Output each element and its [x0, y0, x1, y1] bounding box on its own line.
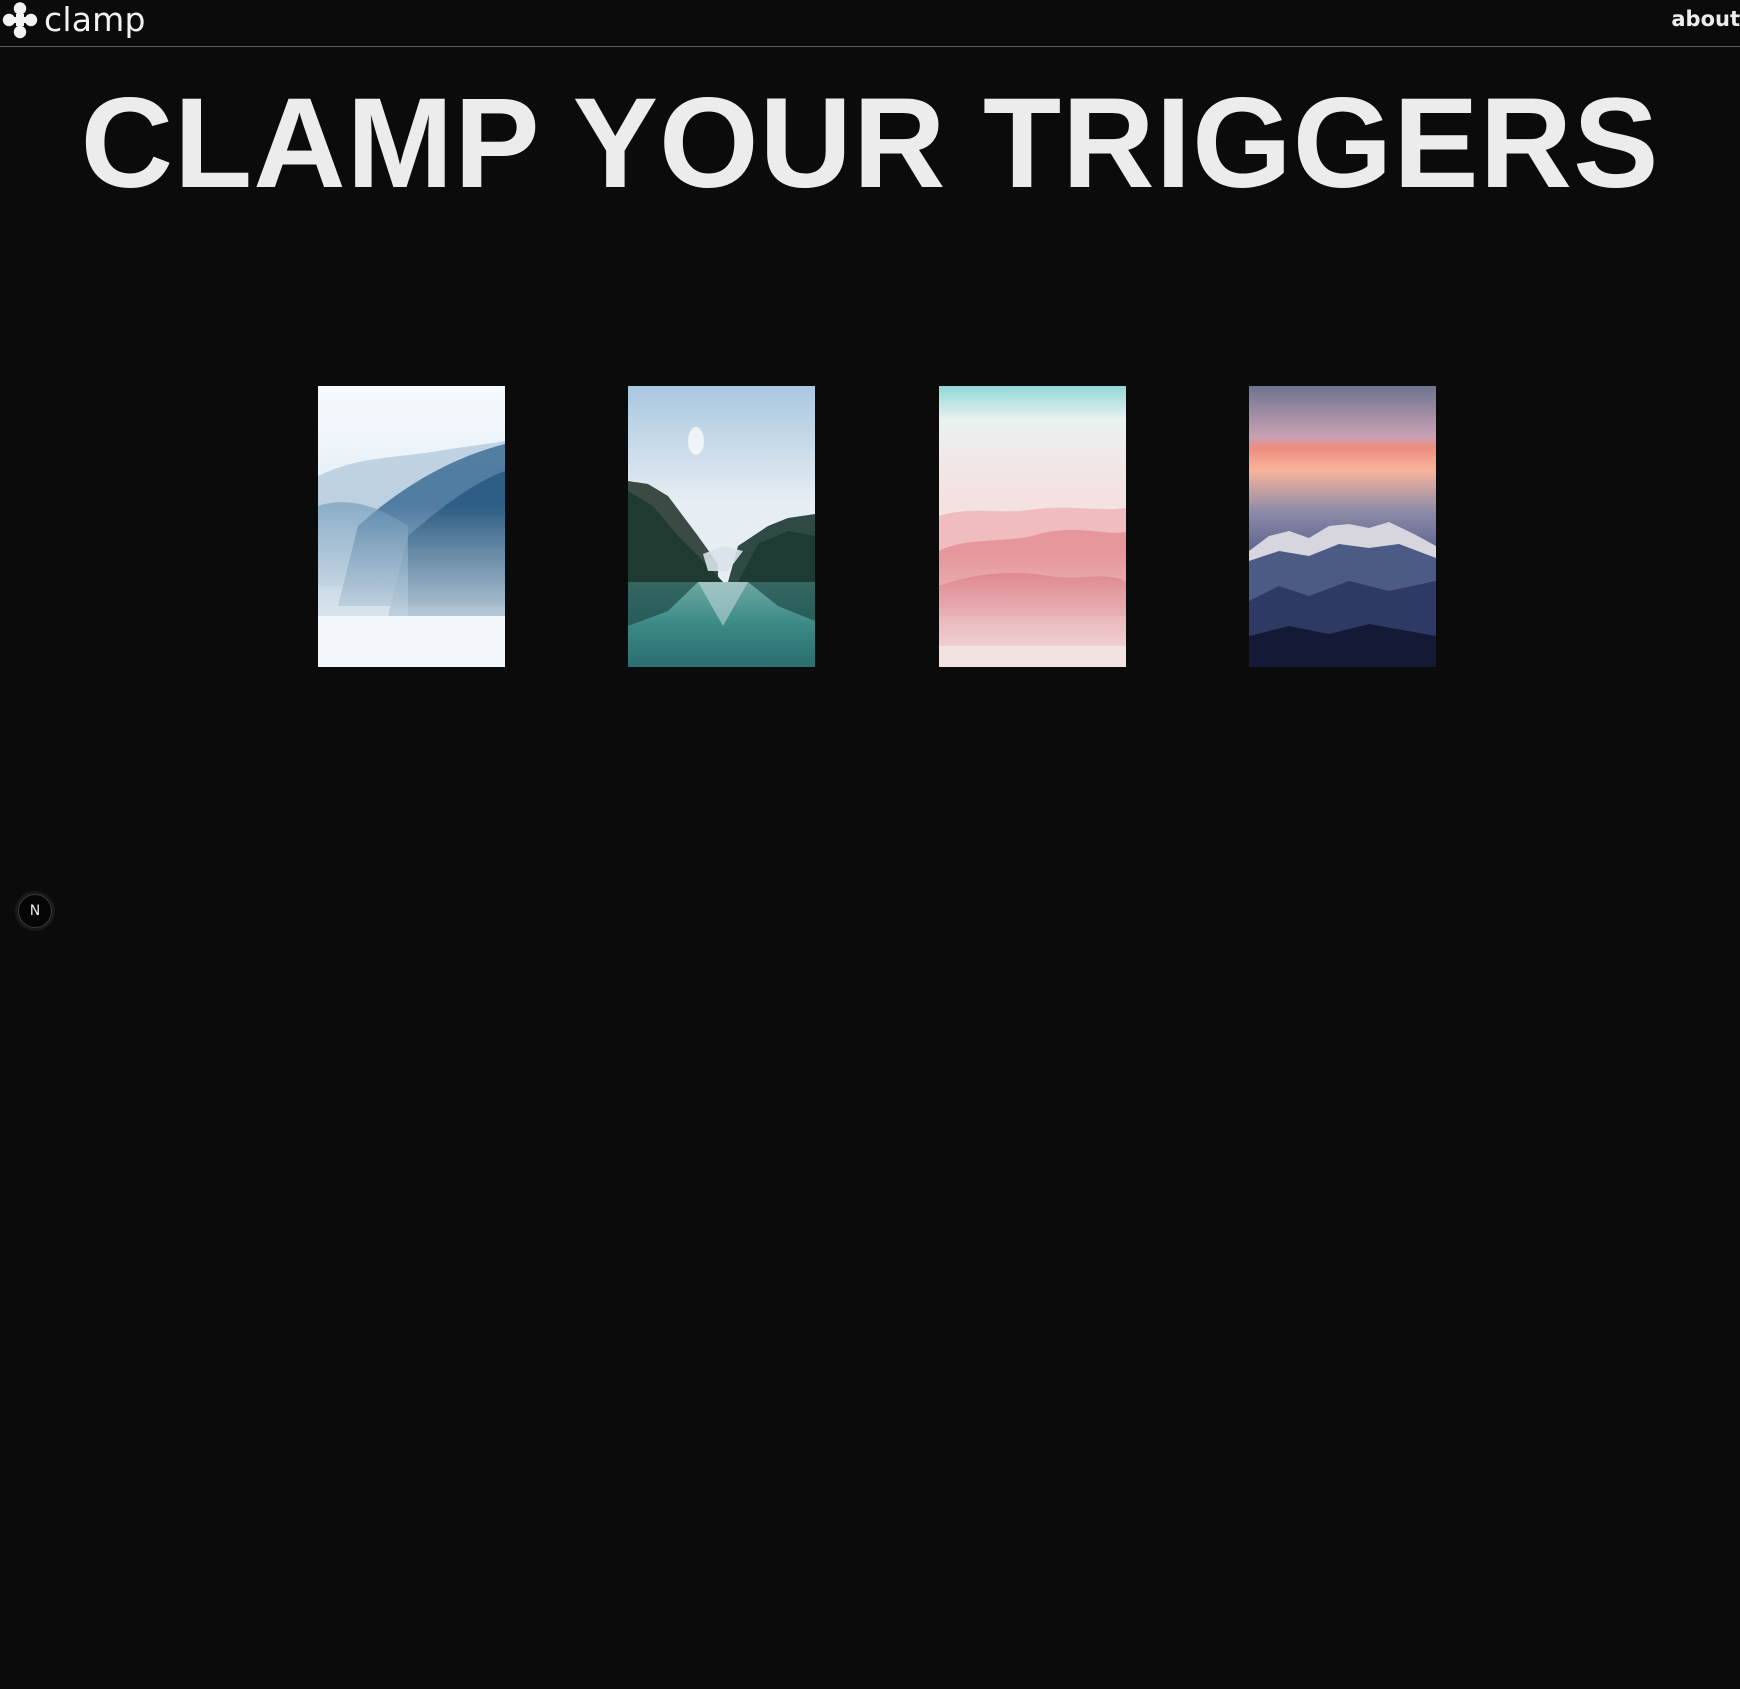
nextjs-dev-indicator-button[interactable]: N — [18, 894, 52, 928]
top-navigation-bar: clamp about — [0, 0, 1740, 47]
brand-name: clamp — [44, 0, 146, 39]
sunset-alpine-peaks-image — [1249, 386, 1436, 667]
gallery-card-2[interactable] — [628, 386, 815, 667]
hero-title: CLAMP YOUR TRIGGERS — [80, 72, 1660, 215]
image-gallery — [0, 386, 1740, 667]
gallery-card-1[interactable] — [318, 386, 505, 667]
gallery-card-3[interactable] — [939, 386, 1126, 667]
clamp-logo-icon — [2, 2, 38, 39]
pink-misty-ridges-image — [939, 386, 1126, 667]
nav-about-link[interactable]: about — [1671, 6, 1740, 32]
brand-logo-link[interactable]: clamp — [0, 0, 146, 40]
mountain-lake-reflection-image — [628, 386, 815, 667]
nextjs-icon: N — [29, 903, 41, 919]
misty-blue-mountains-image — [318, 386, 505, 667]
page: clamp about CLAMP YOUR TRIGGERS N — [0, 0, 1740, 1689]
gallery-card-4[interactable] — [1249, 386, 1436, 667]
